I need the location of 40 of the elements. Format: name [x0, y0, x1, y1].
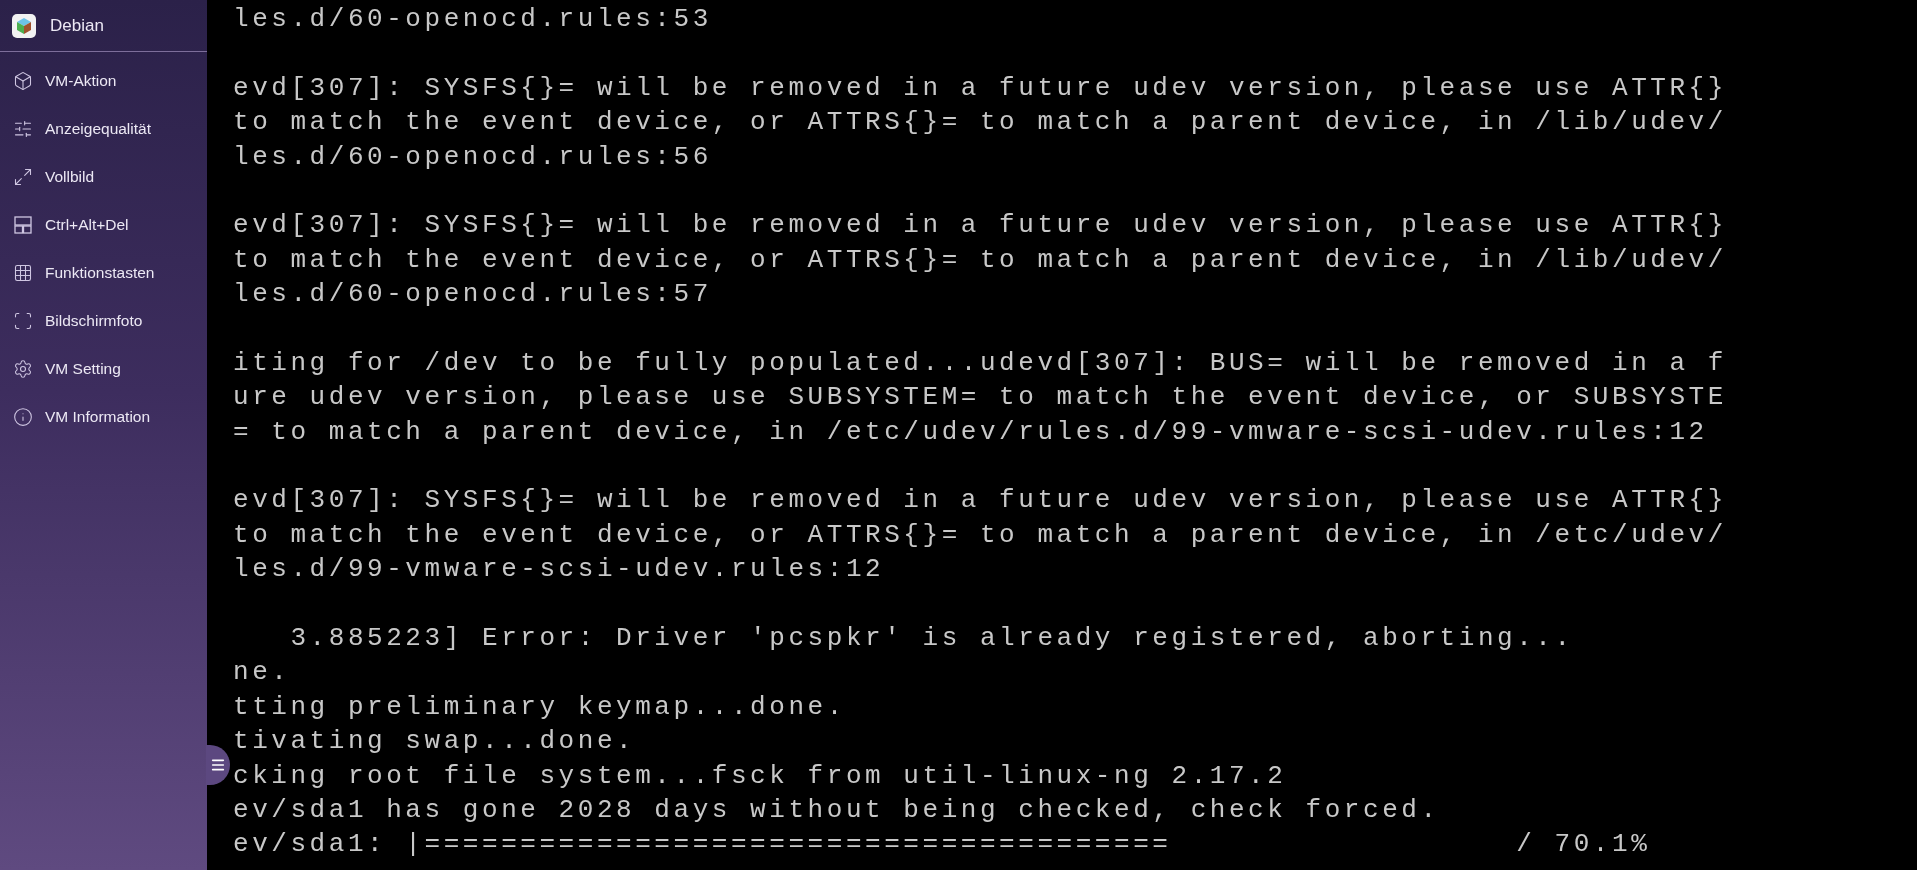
console-line: ev/sda1 has gone 2028 days without being checked, check forced.	[233, 794, 1441, 827]
menu-icon	[210, 757, 226, 773]
console-line: cking root file system...fsck from util-linux-ng 2.17.2	[233, 759, 1288, 793]
menu-item[interactable]: Vollbild	[0, 153, 207, 201]
layout-icon	[13, 215, 33, 235]
menu-toggle-button[interactable]	[206, 745, 230, 785]
console-line: = to match a parent device, in /etc/udev/rules.d/99-vmware-scsi-udev.rules:12	[233, 415, 1709, 449]
menu-item[interactable]: Ctrl+Alt+Del	[0, 201, 207, 249]
console-line: evd[307]: SYSFS{}= will be removed in a future udev version, please use ATTR{}	[233, 209, 1728, 243]
menu-item[interactable]: Anzeigequalität	[0, 105, 207, 153]
console-line: tting preliminary keymap...done.	[233, 690, 847, 724]
grid-icon	[13, 263, 33, 283]
expand-icon	[13, 167, 33, 187]
cube-logo-icon	[12, 13, 36, 38]
menu-item[interactable]: VM Setting	[0, 345, 207, 393]
console-line: les.d/60-openocd.rules:56	[233, 140, 713, 174]
console-line: evd[307]: SYSFS{}= will be removed in a future udev version, please use ATTR{}	[233, 71, 1728, 105]
menu-item[interactable]: Bildschirmfoto	[0, 297, 207, 345]
cube-icon	[13, 71, 33, 91]
sliders-icon	[13, 119, 33, 139]
settings-icon	[13, 359, 33, 379]
console-line: ure udev version, please use SUBSYSTEM= to match the event device, or SUBSYSTE	[233, 381, 1728, 415]
console-line: to match the event device, or ATTRS{}= to match a parent device, in /etc/udev/	[233, 518, 1728, 552]
console-line: to match the event device, or ATTRS{}= to match a parent device, in /lib/udev/	[233, 243, 1728, 277]
console-line: tivating swap...done.	[233, 725, 637, 759]
console-line: ev/sda1: |======================================= / 70.1%	[233, 828, 1652, 862]
console-line: les.d/99-vmware-scsi-udev.rules:12	[233, 553, 886, 587]
vm-title: Debian	[50, 15, 104, 36]
console-line: evd[307]: SYSFS{}= will be removed in a future udev version, please use ATTR{}	[233, 484, 1728, 518]
info-icon	[13, 407, 33, 427]
console-line: iting for /dev to be fully populated...udevd[307]: BUS= will be removed in a f	[233, 346, 1728, 380]
menu-item[interactable]: VM-Aktion	[0, 57, 207, 105]
menu-item[interactable]: VM Information	[0, 393, 207, 441]
console-line: ne.	[233, 656, 292, 690]
frame-icon	[13, 311, 33, 331]
console-line: 3.885223] Error: Driver 'pcspkr' is already registered, aborting...	[289, 622, 1575, 656]
menu-item[interactable]: Funktionstasten	[0, 249, 207, 297]
console-line: les.d/60-openocd.rules:57	[233, 278, 713, 312]
console-line: to match the event device, or ATTRS{}= to match a parent device, in /lib/udev/	[233, 106, 1728, 140]
console-line: les.d/60-openocd.rules:53	[233, 3, 713, 36]
